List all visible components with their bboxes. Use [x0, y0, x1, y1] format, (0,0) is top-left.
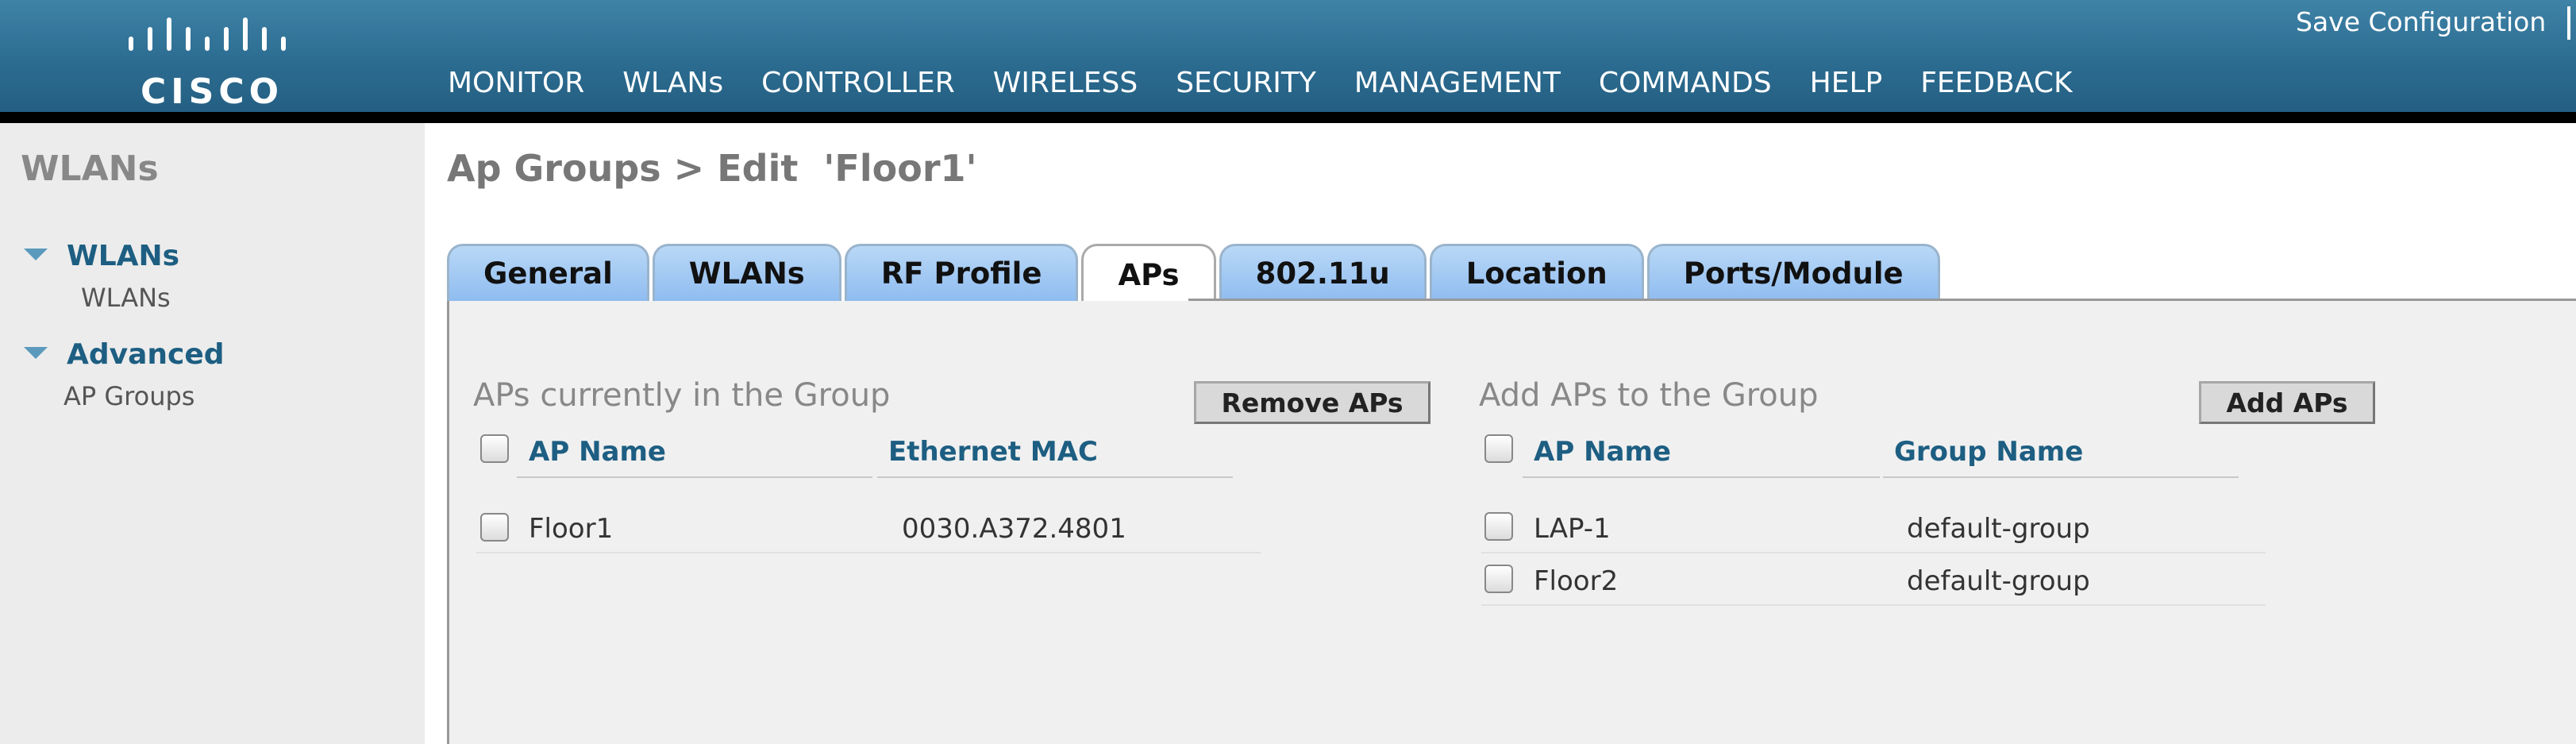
- select-all-current-checkbox[interactable]: [480, 434, 509, 463]
- nav-security-label: SECURITY: [1176, 67, 1316, 99]
- sidebar-item-wlans[interactable]: WLANs: [81, 283, 171, 313]
- nav-management[interactable]: MANAGEMENT: [1335, 62, 1580, 112]
- sidebar-section-advanced-label: Advanced: [67, 338, 225, 371]
- row-checkbox-floor1[interactable]: [480, 513, 509, 542]
- expand-triangle-icon: [24, 248, 48, 260]
- nav-controller[interactable]: CONTROLLER: [742, 62, 974, 112]
- save-configuration-link[interactable]: Save Configuration: [2296, 6, 2546, 37]
- sidebar-section-wlans[interactable]: WLANs: [24, 240, 179, 272]
- select-all-available-checkbox[interactable]: [1484, 434, 1513, 463]
- nav-help[interactable]: HELP: [1791, 62, 1902, 112]
- logo-text: CISCO: [140, 71, 284, 112]
- nav-controller-label: CONTROLLER: [761, 67, 955, 99]
- tab-bar: General WLANs RF Profile APs 802.11u Loc…: [447, 244, 1943, 303]
- tab-80211u[interactable]: 802.11u: [1219, 244, 1427, 301]
- tab-location[interactable]: Location: [1429, 244, 1644, 301]
- cell-ap-name: Floor1: [529, 513, 614, 545]
- cisco-logo: CISCO: [129, 10, 295, 112]
- row-rule: [476, 552, 1261, 553]
- nav-monitor-label: MONITOR: [448, 67, 585, 99]
- nav-commands-label: COMMANDS: [1598, 67, 1772, 99]
- cell-ethernet-mac: 0030.A372.4801: [902, 513, 1126, 545]
- column-header-ap-name[interactable]: AP Name: [1534, 436, 1671, 468]
- header-rule: [877, 476, 1233, 478]
- column-header-ethernet-mac[interactable]: Ethernet MAC: [888, 436, 1098, 468]
- header-rule: [517, 476, 872, 478]
- header-divider: [2567, 6, 2570, 40]
- header-bottom-bar: [0, 112, 2576, 123]
- tab-aps[interactable]: APs: [1081, 244, 1216, 303]
- header-rule: [1523, 476, 1880, 478]
- nav-wlans-label: WLANs: [622, 67, 724, 99]
- remove-aps-button[interactable]: Remove APs: [1194, 381, 1430, 424]
- cell-group-name: default-group: [1907, 565, 2090, 597]
- row-rule: [1481, 552, 2266, 553]
- tab-wlans[interactable]: WLANs: [652, 244, 841, 301]
- cell-group-name: default-group: [1907, 513, 2090, 545]
- main-nav: MONITOR WLANs CONTROLLER WIRELESS SECURI…: [429, 62, 2092, 123]
- sidebar-section-advanced[interactable]: Advanced: [24, 338, 225, 371]
- column-header-group-name[interactable]: Group Name: [1894, 436, 2083, 468]
- current-aps-title: APs currently in the Group: [473, 377, 891, 414]
- tab-general[interactable]: General: [447, 244, 649, 301]
- row-checkbox-floor2[interactable]: [1484, 565, 1513, 593]
- nav-feedback-label: FEEDBACK: [1920, 67, 2073, 99]
- nav-management-label: MANAGEMENT: [1353, 67, 1561, 99]
- column-header-ap-name[interactable]: AP Name: [529, 436, 666, 468]
- header-rule: [1883, 476, 2239, 478]
- cisco-bridge-icon: [129, 17, 286, 51]
- nav-wlans[interactable]: WLANs: [603, 62, 743, 123]
- sidebar-title: WLANs: [21, 148, 159, 189]
- page-title: Ap Groups > Edit 'Floor1': [447, 147, 977, 190]
- expand-triangle-icon: [24, 346, 48, 359]
- add-aps-button[interactable]: Add APs: [2199, 381, 2375, 424]
- nav-help-label: HELP: [1809, 67, 1883, 99]
- nav-wireless-label: WIRELESS: [992, 67, 1138, 99]
- row-rule: [1481, 604, 2266, 606]
- nav-wireless[interactable]: WIRELESS: [974, 62, 1157, 112]
- row-checkbox-lap-1[interactable]: [1484, 512, 1513, 541]
- nav-commands[interactable]: COMMANDS: [1580, 62, 1791, 112]
- tab-rf-profile[interactable]: RF Profile: [844, 244, 1079, 301]
- nav-monitor[interactable]: MONITOR: [429, 62, 603, 112]
- sidebar-item-ap-groups[interactable]: AP Groups: [64, 381, 194, 411]
- tab-ports-module[interactable]: Ports/Module: [1646, 244, 1940, 301]
- add-aps-title: Add APs to the Group: [1479, 377, 1819, 414]
- sidebar-section-wlans-label: WLANs: [67, 240, 180, 272]
- nav-feedback[interactable]: FEEDBACK: [1901, 62, 2091, 112]
- top-header: CISCO Save Configuration MONITOR WLANs C…: [0, 0, 2576, 123]
- cell-ap-name: LAP-1: [1534, 513, 1611, 545]
- sidebar: WLANs WLANs WLANs Advanced AP Groups: [0, 123, 425, 744]
- cell-ap-name: Floor2: [1534, 565, 1619, 597]
- nav-security[interactable]: SECURITY: [1157, 62, 1335, 112]
